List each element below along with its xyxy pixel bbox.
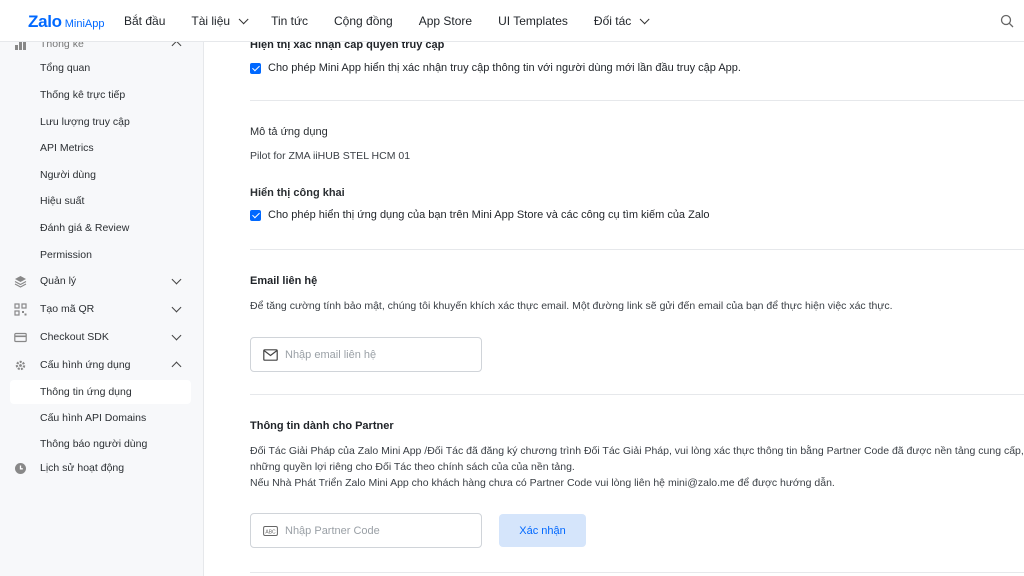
partner-description-line-2: những quyền lợi riêng cho Đối Tác theo c… <box>250 461 575 473</box>
divider <box>250 249 1024 250</box>
sidebar-item-thong-bao-nguoi-dung[interactable]: Thông báo người dùng <box>0 432 204 456</box>
nav-item-tin-tuc[interactable]: Tin tức <box>271 14 308 28</box>
public-display-checkbox-row[interactable]: Cho phép hiển thị ứng dụng của bạn trên … <box>250 209 710 221</box>
sidebar-item-thong-ke-truc-tiep[interactable]: Thống kê trực tiếp <box>0 83 204 107</box>
public-display-label: Hiển thị công khai <box>250 187 345 199</box>
confirm-partner-code-button[interactable]: Xác nhận <box>499 514 586 547</box>
chevron-down-icon <box>238 13 249 24</box>
public-display-checkbox-label: Cho phép hiển thị ứng dụng của bạn trên … <box>268 209 710 221</box>
nav-item-doi-tac[interactable]: Đối tác <box>594 13 650 28</box>
sidebar-item-hieu-suat[interactable]: Hiệu suất <box>0 189 204 213</box>
mail-icon <box>263 348 278 361</box>
sidebar-item-lich-su-hoat-dong[interactable]: Lịch sử hoạt động <box>0 456 204 480</box>
clock-icon <box>15 463 26 474</box>
sidebar-group-quan-ly[interactable]: Quản lý <box>0 269 204 293</box>
sidebar-item-api-metrics[interactable]: API Metrics <box>0 136 204 160</box>
email-input[interactable]: Nhập email liên hệ <box>250 337 482 372</box>
divider <box>250 100 1024 101</box>
email-section-title: Email liên hệ <box>250 275 318 287</box>
access-confirm-checkbox[interactable] <box>250 62 261 74</box>
chevron-up-icon <box>171 361 182 372</box>
divider <box>250 394 1024 395</box>
chevron-up-icon <box>171 40 182 51</box>
public-display-checkbox[interactable] <box>250 209 261 221</box>
qr-code-icon <box>14 303 27 316</box>
top-navigation-bar: Zalo MiniApp Bắt đầu Tài liệu Tin tức Cộ… <box>0 0 1024 42</box>
description-value: Pilot for ZMA iiHUB STEL HCM 01 <box>250 150 411 162</box>
sidebar-item-tong-quan[interactable]: Tổng quan <box>0 56 204 80</box>
sidebar-group-checkout-sdk[interactable]: Checkout SDK <box>0 325 204 349</box>
chevron-down-icon <box>639 13 650 24</box>
sidebar-group-tao-ma-qr[interactable]: Tạo mã QR <box>0 297 204 321</box>
nav-item-app-store[interactable]: App Store <box>419 14 472 28</box>
main-nav: Bắt đầu Tài liệu Tin tức Cộng đồng App S… <box>124 0 672 42</box>
chevron-down-icon <box>171 274 182 285</box>
credit-card-icon <box>14 332 27 343</box>
zalo-miniapp-logo[interactable]: Zalo MiniApp <box>28 12 105 32</box>
abc-icon: ABC <box>263 525 278 536</box>
gear-icon <box>15 360 26 371</box>
sidebar-item-luu-luong-truy-cap[interactable]: Lưu lượng truy cập <box>0 110 204 134</box>
sidebar-item-permission[interactable]: Permission <box>0 243 204 267</box>
sidebar-group-cau-hinh-ung-dung[interactable]: Cấu hình ứng dụng <box>0 353 204 377</box>
sidebar-item-danh-gia-review[interactable]: Đánh giá & Review <box>0 216 204 240</box>
chevron-down-icon <box>171 302 182 313</box>
partner-description-line-3: Nếu Nhà Phát Triển Zalo Mini App cho khá… <box>250 477 835 489</box>
logo-main-text: Zalo <box>28 12 62 31</box>
sidebar-item-thong-tin-ung-dung[interactable]: Thông tin ứng dụng <box>10 380 191 404</box>
access-confirm-checkbox-label: Cho phép Mini App hiển thị xác nhận truy… <box>268 62 741 74</box>
access-confirm-checkbox-row[interactable]: Cho phép Mini App hiển thị xác nhận truy… <box>250 62 741 74</box>
nav-item-cong-dong[interactable]: Cộng đồng <box>334 14 393 28</box>
partner-code-input[interactable]: ABC Nhập Partner Code <box>250 513 482 548</box>
layers-icon <box>14 276 27 288</box>
chevron-down-icon <box>171 330 182 341</box>
nav-item-tai-lieu[interactable]: Tài liệu <box>191 13 249 28</box>
main-content: Hiện thị xác nhận cấp quyền truy cập Cho… <box>228 39 1024 576</box>
email-input-placeholder: Nhập email liên hệ <box>285 348 377 361</box>
email-description: Để tăng cường tính bảo mật, chúng tôi kh… <box>250 300 893 312</box>
nav-item-bat-dau[interactable]: Bắt đầu <box>124 14 165 28</box>
nav-item-ui-templates[interactable]: UI Templates <box>498 14 568 28</box>
partner-description-line-1: Đối Tác Giải Pháp của Zalo Mini App /Đối… <box>250 445 1024 457</box>
divider <box>250 572 1024 573</box>
sidebar: Thống kê Tổng quan Thống kê trực tiếp Lư… <box>0 38 204 576</box>
sidebar-item-cau-hinh-api-domains[interactable]: Cấu hình API Domains <box>0 406 204 430</box>
partner-code-placeholder: Nhập Partner Code <box>285 524 380 537</box>
logo-sub-text: MiniApp <box>64 18 105 30</box>
sidebar-item-nguoi-dung[interactable]: Người dùng <box>0 163 204 187</box>
description-label: Mô tả ứng dụng <box>250 126 328 138</box>
svg-text:ABC: ABC <box>265 529 276 535</box>
search-icon[interactable] <box>1000 14 1014 28</box>
partner-section-title: Thông tin dành cho Partner <box>250 420 394 432</box>
